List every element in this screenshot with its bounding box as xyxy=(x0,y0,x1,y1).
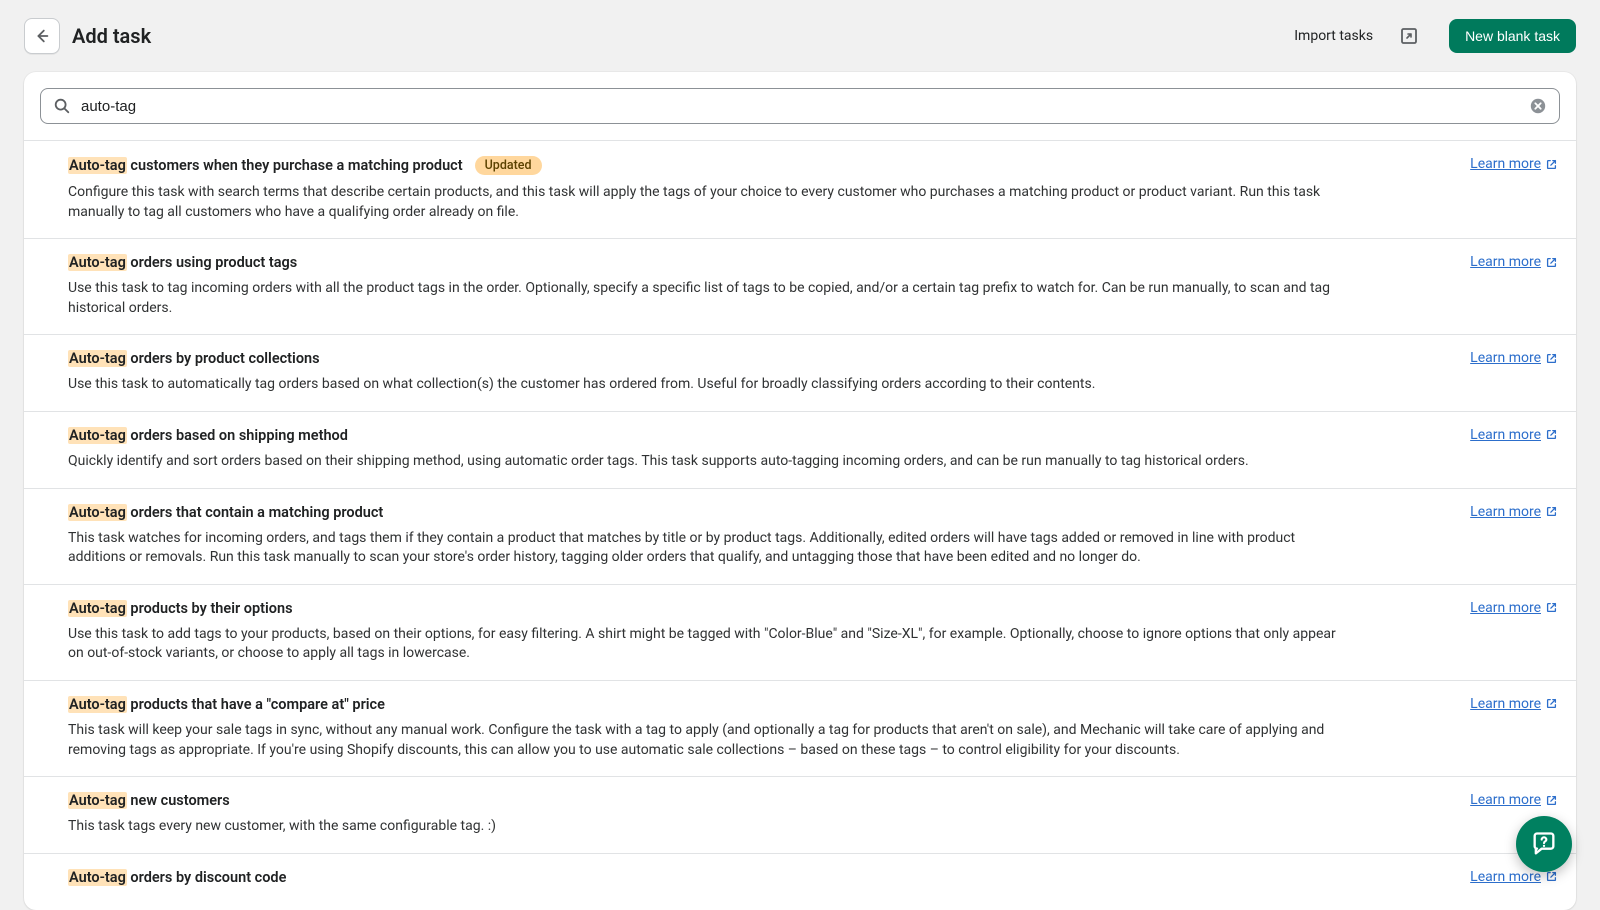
task-result-item[interactable]: Auto-tag customers when they purchase a … xyxy=(24,140,1576,238)
external-link-icon xyxy=(1545,794,1558,807)
task-result-header: Auto-tag orders based on shipping method xyxy=(68,427,1558,444)
task-result-header: Auto-tag orders that contain a matching … xyxy=(68,504,1558,521)
task-result-header: Auto-tag products by their options xyxy=(68,600,1558,617)
task-title: Auto-tag orders by product collections xyxy=(68,350,320,367)
expand-button[interactable] xyxy=(1393,20,1425,52)
task-title: Auto-tag orders that contain a matching … xyxy=(68,504,383,521)
learn-more-link[interactable]: Learn more xyxy=(1470,156,1558,172)
task-result-item[interactable]: Auto-tag orders by product collections U… xyxy=(24,334,1576,411)
task-title: Auto-tag new customers xyxy=(68,792,230,809)
updated-badge: Updated xyxy=(475,156,542,175)
task-result-header: Auto-tag orders using product tags xyxy=(68,254,1558,271)
task-result-header: Auto-tag orders by discount code xyxy=(68,869,1558,886)
external-link-icon xyxy=(1545,870,1558,883)
learn-more-link[interactable]: Learn more xyxy=(1470,254,1558,270)
task-title: Auto-tag customers when they purchase a … xyxy=(68,157,463,174)
arrow-left-icon xyxy=(33,27,51,45)
new-blank-task-button[interactable]: New blank task xyxy=(1449,19,1576,53)
task-result-item[interactable]: Auto-tag products that have a "compare a… xyxy=(24,680,1576,776)
task-result-header: Auto-tag orders by product collections xyxy=(68,350,1558,367)
learn-more-link[interactable]: Learn more xyxy=(1470,350,1558,366)
search-highlight: Auto-tag xyxy=(68,869,127,886)
external-link-icon xyxy=(1545,256,1558,269)
task-description: This task tags every new customer, with … xyxy=(68,817,1348,837)
task-title: Auto-tag orders using product tags xyxy=(68,254,297,271)
task-title: Auto-tag orders by discount code xyxy=(68,869,286,886)
external-link-icon xyxy=(1545,601,1558,614)
clear-search-button[interactable] xyxy=(1529,97,1547,115)
task-result-item[interactable]: Auto-tag products by their options Use t… xyxy=(24,584,1576,680)
page-title: Add task xyxy=(72,24,1282,48)
search-highlight: Auto-tag xyxy=(68,254,127,271)
learn-more-link[interactable]: Learn more xyxy=(1470,427,1558,443)
task-result-item[interactable]: Auto-tag orders using product tags Use t… xyxy=(24,238,1576,334)
task-library-card: Auto-tag customers when they purchase a … xyxy=(24,72,1576,910)
search-highlight: Auto-tag xyxy=(68,696,127,713)
task-title: Auto-tag products by their options xyxy=(68,600,293,617)
task-description: Use this task to tag incoming orders wit… xyxy=(68,279,1348,318)
learn-more-link[interactable]: Learn more xyxy=(1470,600,1558,616)
task-result-header: Auto-tag new customers xyxy=(68,792,1558,809)
search-highlight: Auto-tag xyxy=(68,350,127,367)
task-description: Use this task to automatically tag order… xyxy=(68,375,1348,395)
task-result-item[interactable]: Auto-tag orders that contain a matching … xyxy=(24,488,1576,584)
close-circle-icon xyxy=(1529,97,1547,115)
task-title: Auto-tag products that have a "compare a… xyxy=(68,696,385,713)
external-link-icon xyxy=(1545,505,1558,518)
task-result-header: Auto-tag customers when they purchase a … xyxy=(68,156,1558,175)
task-result-item[interactable]: Auto-tag new customers This task tags ev… xyxy=(24,776,1576,853)
search-highlight: Auto-tag xyxy=(68,504,127,521)
learn-more-link[interactable]: Learn more xyxy=(1470,792,1558,808)
task-description: Configure this task with search terms th… xyxy=(68,183,1348,222)
task-result-item[interactable]: Auto-tag orders based on shipping method… xyxy=(24,411,1576,488)
external-link-icon xyxy=(1545,697,1558,710)
search-icon xyxy=(53,97,71,115)
task-description: Quickly identify and sort orders based o… xyxy=(68,452,1348,472)
external-link-icon xyxy=(1545,158,1558,171)
search-highlight: Auto-tag xyxy=(68,157,127,174)
task-description: This task watches for incoming orders, a… xyxy=(68,529,1348,568)
results-list: Auto-tag customers when they purchase a … xyxy=(24,140,1576,910)
search-highlight: Auto-tag xyxy=(68,792,127,809)
external-link-icon xyxy=(1545,352,1558,365)
expand-icon xyxy=(1399,26,1419,46)
task-result-header: Auto-tag products that have a "compare a… xyxy=(68,696,1558,713)
task-result-item[interactable]: Auto-tag orders by discount code Learn m… xyxy=(24,853,1576,910)
chat-question-icon xyxy=(1530,830,1558,858)
task-description: This task will keep your sale tags in sy… xyxy=(68,721,1348,760)
search-container xyxy=(24,72,1576,140)
task-description: Use this task to add tags to your produc… xyxy=(68,625,1348,664)
external-link-icon xyxy=(1545,428,1558,441)
page-header: Add task Import tasks New blank task xyxy=(0,0,1600,72)
learn-more-link[interactable]: Learn more xyxy=(1470,696,1558,712)
search-highlight: Auto-tag xyxy=(68,600,127,617)
search-field[interactable] xyxy=(40,88,1560,124)
back-button[interactable] xyxy=(24,18,60,54)
task-title: Auto-tag orders based on shipping method xyxy=(68,427,348,444)
search-input[interactable] xyxy=(81,98,1519,115)
learn-more-link[interactable]: Learn more xyxy=(1470,504,1558,520)
import-tasks-link[interactable]: Import tasks xyxy=(1294,28,1373,44)
search-highlight: Auto-tag xyxy=(68,427,127,444)
chat-help-button[interactable] xyxy=(1516,816,1572,872)
